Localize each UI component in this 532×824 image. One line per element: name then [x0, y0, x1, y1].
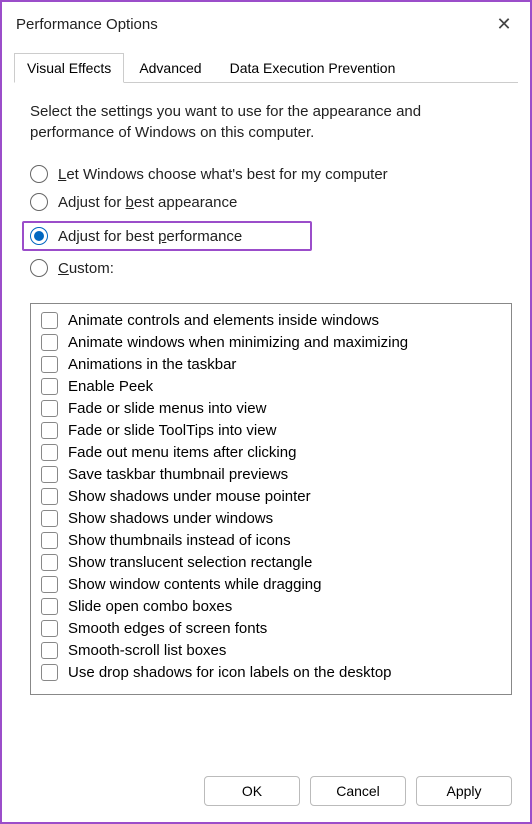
check-fade-tooltips[interactable]: Fade or slide ToolTips into view: [41, 422, 501, 439]
check-smooth-fonts[interactable]: Smooth edges of screen fonts: [41, 620, 501, 637]
check-label: Show window contents while dragging: [68, 576, 321, 593]
ok-button[interactable]: OK: [204, 776, 300, 806]
check-label: Show thumbnails instead of icons: [68, 532, 291, 549]
check-label: Use drop shadows for icon labels on the …: [68, 664, 392, 681]
checklist-container: Animate controls and elements inside win…: [30, 303, 512, 695]
checkbox-icon: [41, 356, 58, 373]
check-thumbnails-icons[interactable]: Show thumbnails instead of icons: [41, 532, 501, 549]
check-label: Smooth-scroll list boxes: [68, 642, 226, 659]
check-drop-shadows-icons[interactable]: Use drop shadows for icon labels on the …: [41, 664, 501, 681]
check-enable-peek[interactable]: Enable Peek: [41, 378, 501, 395]
check-label: Show translucent selection rectangle: [68, 554, 312, 571]
button-bar: OK Cancel Apply: [188, 762, 528, 820]
check-fade-out-menu[interactable]: Fade out menu items after clicking: [41, 444, 501, 461]
radio-icon: [30, 165, 48, 183]
radio-let-windows-choose[interactable]: Let Windows choose what's best for my co…: [30, 165, 502, 183]
radio-label: Adjust for best performance: [58, 228, 242, 245]
radio-best-appearance[interactable]: Adjust for best appearance: [30, 193, 502, 211]
radio-custom[interactable]: Custom:: [30, 259, 502, 277]
radio-label: Custom:: [58, 260, 114, 277]
check-label: Animations in the taskbar: [68, 356, 236, 373]
check-shadows-pointer[interactable]: Show shadows under mouse pointer: [41, 488, 501, 505]
check-shadows-windows[interactable]: Show shadows under windows: [41, 510, 501, 527]
radio-icon: [30, 227, 48, 245]
checkbox-icon: [41, 532, 58, 549]
checkbox-icon: [41, 378, 58, 395]
radio-label: Let Windows choose what's best for my co…: [58, 166, 388, 183]
tab-visual-effects[interactable]: Visual Effects: [14, 53, 124, 83]
radio-icon: [30, 193, 48, 211]
check-animations-taskbar[interactable]: Animations in the taskbar: [41, 356, 501, 373]
checkbox-icon: [41, 598, 58, 615]
check-label: Fade or slide ToolTips into view: [68, 422, 276, 439]
highlight-box: Adjust for best performance: [22, 221, 312, 251]
check-smooth-scroll[interactable]: Smooth-scroll list boxes: [41, 642, 501, 659]
tab-advanced[interactable]: Advanced: [126, 53, 214, 83]
check-translucent-selection[interactable]: Show translucent selection rectangle: [41, 554, 501, 571]
checkbox-icon: [41, 312, 58, 329]
check-label: Show shadows under mouse pointer: [68, 488, 311, 505]
checkbox-icon: [41, 642, 58, 659]
check-label: Smooth edges of screen fonts: [68, 620, 267, 637]
check-label: Fade out menu items after clicking: [68, 444, 296, 461]
close-icon[interactable]: ✕: [492, 12, 516, 36]
checkbox-icon: [41, 576, 58, 593]
check-label: Slide open combo boxes: [68, 598, 232, 615]
check-animate-controls[interactable]: Animate controls and elements inside win…: [41, 312, 501, 329]
checkbox-icon: [41, 466, 58, 483]
check-label: Enable Peek: [68, 378, 153, 395]
checkbox-icon: [41, 422, 58, 439]
radio-icon: [30, 259, 48, 277]
checkbox-icon: [41, 620, 58, 637]
cancel-button[interactable]: Cancel: [310, 776, 406, 806]
tab-dep[interactable]: Data Execution Prevention: [217, 53, 409, 83]
check-animate-windows[interactable]: Animate windows when minimizing and maxi…: [41, 334, 501, 351]
check-label: Animate windows when minimizing and maxi…: [68, 334, 408, 351]
radio-group: Let Windows choose what's best for my co…: [30, 165, 502, 277]
check-label: Show shadows under windows: [68, 510, 273, 527]
tab-content: Select the settings you want to use for …: [2, 83, 530, 297]
checkbox-icon: [41, 510, 58, 527]
check-label: Animate controls and elements inside win…: [68, 312, 379, 329]
checkbox-icon: [41, 400, 58, 417]
checkbox-icon: [41, 664, 58, 681]
title-bar: Performance Options ✕: [2, 2, 530, 44]
radio-label: Adjust for best appearance: [58, 194, 237, 211]
check-save-thumbnails[interactable]: Save taskbar thumbnail previews: [41, 466, 501, 483]
window-title: Performance Options: [16, 16, 158, 33]
checkbox-icon: [41, 444, 58, 461]
tabs: Visual Effects Advanced Data Execution P…: [14, 52, 518, 83]
check-window-contents-drag[interactable]: Show window contents while dragging: [41, 576, 501, 593]
checkbox-icon: [41, 334, 58, 351]
check-label: Fade or slide menus into view: [68, 400, 266, 417]
checkbox-icon: [41, 554, 58, 571]
apply-button[interactable]: Apply: [416, 776, 512, 806]
check-fade-menus[interactable]: Fade or slide menus into view: [41, 400, 501, 417]
check-slide-combo[interactable]: Slide open combo boxes: [41, 598, 501, 615]
check-label: Save taskbar thumbnail previews: [68, 466, 288, 483]
checkbox-icon: [41, 488, 58, 505]
radio-best-performance[interactable]: Adjust for best performance: [30, 227, 304, 245]
description-text: Select the settings you want to use for …: [30, 101, 502, 143]
